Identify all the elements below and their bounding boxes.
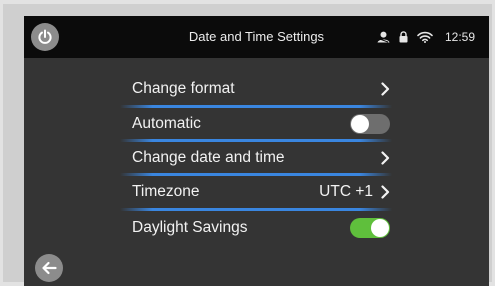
- user-icon: [377, 31, 390, 43]
- device-frame: Date and Time Settings 12:59 Change form…: [3, 4, 492, 286]
- automatic-toggle[interactable]: [350, 114, 390, 134]
- change-format-row[interactable]: Change format: [132, 72, 390, 106]
- chevron-right-icon: [381, 82, 390, 96]
- automatic-label: Automatic: [132, 115, 201, 132]
- screen: Date and Time Settings 12:59 Change form…: [24, 16, 489, 286]
- status-bar: 12:59: [377, 16, 475, 58]
- daylight-savings-label: Daylight Savings: [132, 219, 248, 236]
- daylight-savings-toggle[interactable]: [350, 218, 390, 238]
- toggle-knob: [351, 115, 369, 133]
- lock-icon: [399, 31, 408, 43]
- chevron-right-icon: [381, 151, 390, 165]
- change-date-time-label: Change date and time: [132, 149, 285, 166]
- automatic-row: Automatic: [132, 107, 390, 141]
- top-bar: Date and Time Settings 12:59: [24, 16, 489, 58]
- timezone-row[interactable]: Timezone UTC +1: [132, 175, 390, 209]
- toggle-knob: [371, 219, 389, 237]
- clock: 12:59: [444, 30, 475, 44]
- timezone-label: Timezone: [132, 183, 200, 200]
- back-button[interactable]: [35, 254, 63, 282]
- timezone-value: UTC +1: [319, 183, 373, 200]
- change-date-time-row[interactable]: Change date and time: [132, 141, 390, 175]
- daylight-savings-row: Daylight Savings: [132, 211, 390, 245]
- change-format-label: Change format: [132, 80, 235, 97]
- wifi-icon: [417, 31, 433, 43]
- arrow-left-icon: [41, 261, 57, 275]
- chevron-right-icon: [381, 185, 390, 199]
